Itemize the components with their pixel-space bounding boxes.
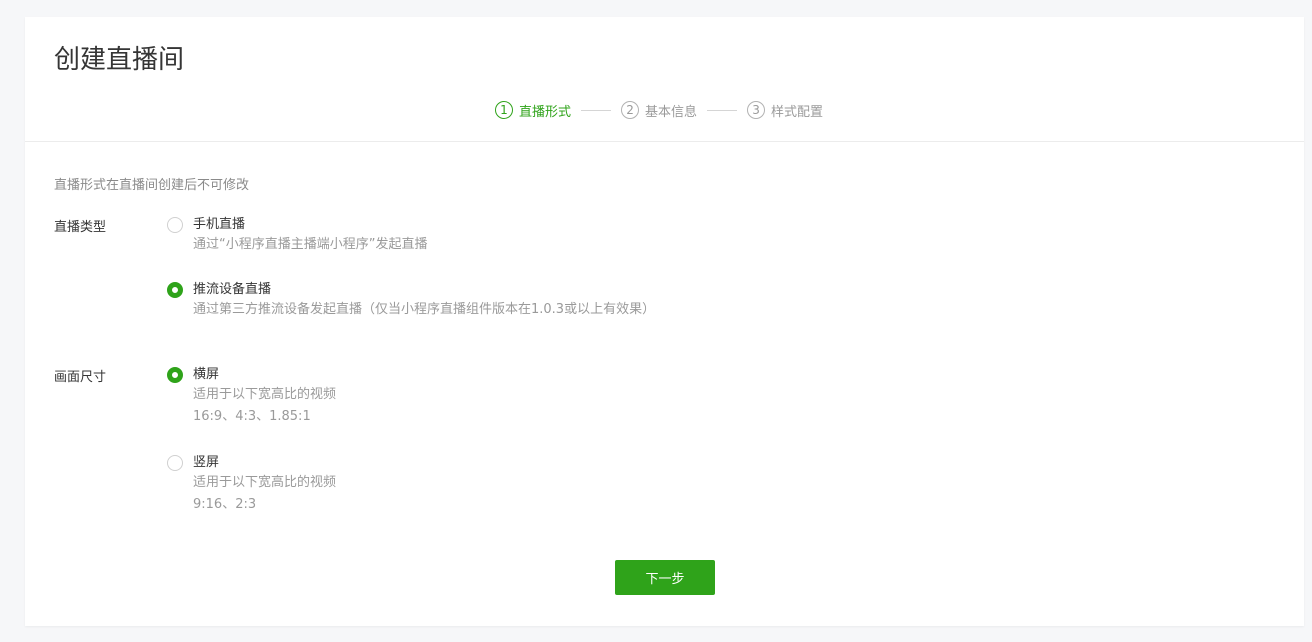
screen-size-label: 画面尺寸 [54, 370, 107, 385]
step-style-config: 3 样式配置 [747, 101, 823, 120]
option-title: 推流设备直播 [193, 282, 272, 297]
option-ratios: 9:16、2:3 [193, 497, 257, 512]
step-label: 基本信息 [645, 104, 698, 120]
header-divider [25, 141, 1304, 142]
option-title: 竖屏 [193, 455, 220, 470]
radio-portrait[interactable] [167, 455, 183, 471]
option-portrait[interactable]: 竖屏 适用于以下宽高比的视频 9:16、2:3 [167, 454, 336, 516]
step-connector [581, 109, 612, 111]
step-label: 样式配置 [771, 104, 824, 120]
page-title: 创建直播间 [54, 45, 185, 75]
next-step-button[interactable]: 下一步 [615, 560, 715, 595]
radio-mobile-live[interactable] [167, 217, 183, 233]
option-title: 手机直播 [193, 217, 246, 232]
step-basic-info: 2 基本信息 [621, 101, 697, 120]
step-number: 2 [621, 101, 640, 119]
step-indicator: 1 直播形式 2 基本信息 3 样式配置 [495, 99, 823, 121]
option-desc: 适用于以下宽高比的视频 [193, 475, 337, 490]
live-type-label: 直播类型 [54, 220, 107, 235]
option-mobile-live[interactable]: 手机直播 通过“小程序直播主播端小程序”发起直播 [167, 216, 427, 256]
step-label: 直播形式 [519, 104, 572, 120]
option-desc: 通过“小程序直播主播端小程序”发起直播 [193, 237, 428, 252]
option-desc: 通过第三方推流设备发起直播（仅当小程序直播组件版本在1.0.3或以上有效果） [193, 302, 656, 317]
main-card: 创建直播间 1 直播形式 2 基本信息 3 样式配置 直播形式在直播间创建后不可… [25, 17, 1304, 626]
step-connector [707, 109, 738, 111]
form-tip: 直播形式在直播间创建后不可修改 [54, 178, 250, 193]
step-live-format: 1 直播形式 [495, 101, 571, 120]
option-desc: 适用于以下宽高比的视频 [193, 387, 337, 402]
radio-landscape[interactable] [167, 367, 183, 383]
option-push-device-live[interactable]: 推流设备直播 通过第三方推流设备发起直播（仅当小程序直播组件版本在1.0.3或以… [167, 281, 655, 321]
step-number: 3 [747, 101, 766, 119]
radio-push-device-live[interactable] [167, 282, 183, 298]
step-number: 1 [495, 101, 513, 119]
option-ratios: 16:9、4:3、1.85:1 [193, 409, 311, 424]
option-landscape[interactable]: 横屏 适用于以下宽高比的视频 16:9、4:3、1.85:1 [167, 366, 336, 428]
option-title: 横屏 [193, 367, 220, 382]
